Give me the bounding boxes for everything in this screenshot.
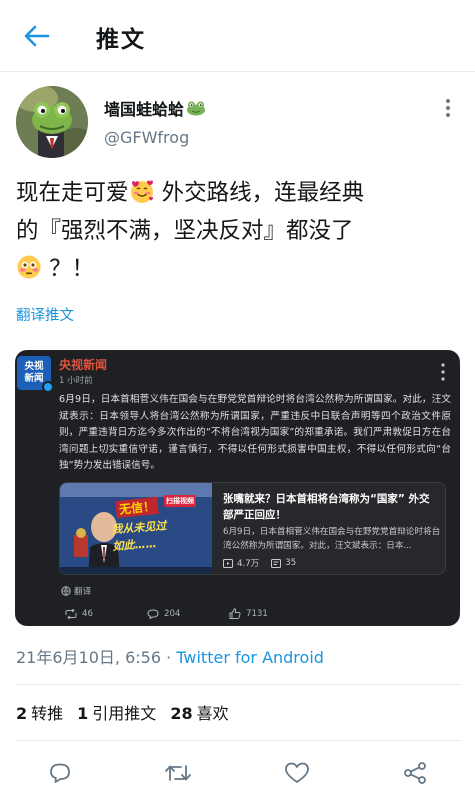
news-thumbnail: 无信！ 扫描视频 我从未见过如此……: [60, 483, 212, 574]
tweet-datetime: 21年6月10日, 6:56 ·: [16, 648, 177, 667]
likes-stat[interactable]: 28 喜欢: [170, 700, 228, 724]
embedded-like: 7131: [229, 608, 311, 619]
translate-tweet-link[interactable]: 翻译推文: [16, 304, 74, 325]
tweet-text: 现在走可爱 外交路线，连最经典 的『强烈不满，坚决反对』都没了 ？！: [16, 180, 365, 282]
embedded-account-name: 央视新闻: [59, 358, 108, 372]
news-comments: 35: [285, 558, 297, 568]
more-vert-icon: [446, 99, 450, 117]
tweet-meta: 21年6月10日, 6:56 · Twitter for Android: [16, 644, 324, 668]
author-name[interactable]: 墙国蛙蛤蛤: [104, 96, 206, 120]
news-description: 6月9日，日本首相菅义伟在国会与在野党党首辩论时将台湾公然称为所谓国家。对此，汪…: [223, 527, 441, 551]
verified-dot-icon: [42, 381, 54, 393]
tweet-stats: 2 转推 1 引用推文 28 喜欢: [16, 700, 229, 724]
flushed-emoji-icon: [17, 255, 41, 279]
reply-icon: [50, 763, 70, 783]
share-icon: [404, 762, 426, 784]
comment-icon: [147, 608, 159, 619]
quotes-stat[interactable]: 1 引用推文: [77, 700, 156, 724]
news-comments-icon: [271, 558, 282, 568]
thumb-up-icon: [229, 608, 241, 619]
top-app-bar: 推文: [0, 0, 475, 72]
tweet-source-link[interactable]: Twitter for Android: [176, 648, 324, 667]
logo-text: 央视 新闻: [24, 361, 44, 384]
embedded-actions: 46 204 7131: [65, 608, 311, 619]
back-button[interactable]: [22, 22, 52, 50]
retweet-button[interactable]: [163, 758, 193, 788]
page-title: 推文: [96, 27, 146, 53]
attached-image[interactable]: 央视 新闻 央视新闻 1 小时前 6月9日，日本首相菅义伟在国会与在野党党首辩论…: [15, 350, 460, 626]
globe-icon: [61, 586, 71, 596]
embedded-repost: 46: [65, 608, 147, 619]
share-button[interactable]: [400, 758, 430, 788]
retweets-stat[interactable]: 2 转推: [16, 700, 63, 724]
divider: [16, 684, 461, 685]
like-button[interactable]: [282, 758, 312, 788]
back-arrow-icon: [24, 25, 50, 47]
embedded-body-text: 6月9日，日本首相菅义伟在国会与在野党党首辩论时将台湾公然称为所谓国家。对此，汪…: [59, 394, 451, 472]
news-views: 4.7万: [237, 559, 260, 569]
tweet-action-bar: [0, 756, 475, 790]
like-icon: [285, 762, 309, 783]
frog-emoji-icon: [187, 101, 206, 116]
author-handle[interactable]: @GFWfrog: [104, 128, 189, 147]
more-options-button[interactable]: [436, 96, 460, 120]
embedded-news-card: 无信！ 扫描视频 我从未见过如此…… 张嘴就来？日本首相将台湾称为“国家” 外交…: [59, 482, 446, 575]
smiling-hearts-emoji-icon: [130, 180, 153, 203]
cctv-news-logo: 央视 新闻: [17, 356, 54, 393]
repost-icon: [65, 608, 77, 619]
retweet-icon: [165, 765, 191, 781]
embedded-translate: 翻译: [61, 585, 91, 597]
news-title: 张嘴就来？日本首相将台湾称为“国家” 外交部严正回应！: [223, 493, 430, 521]
reply-button[interactable]: [45, 758, 75, 788]
thumb-caption-2: 我从未见过如此……: [111, 519, 167, 554]
video-views-icon: [223, 558, 233, 568]
divider: [16, 740, 461, 741]
thumb-badge: 扫描视频: [164, 495, 196, 507]
news-stats: 4.7万 35: [223, 557, 296, 569]
embedded-more-icon: [441, 363, 445, 381]
frog-avatar-image: [16, 86, 88, 158]
avatar[interactable]: [16, 86, 88, 158]
embedded-timestamp: 1 小时前: [59, 376, 93, 386]
embedded-comment: 204: [147, 608, 229, 619]
